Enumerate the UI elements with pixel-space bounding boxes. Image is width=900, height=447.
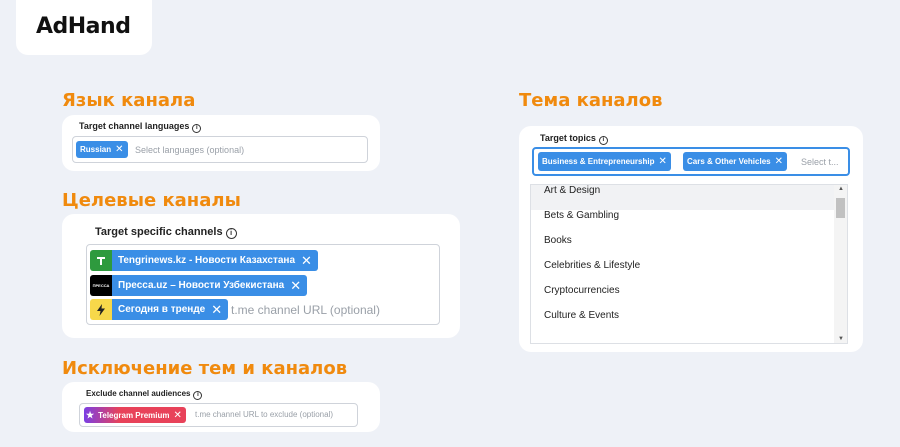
scroll-thumb[interactable] xyxy=(836,198,845,218)
info-icon: i xyxy=(225,228,237,239)
exclude-label-text: Exclude channel audiences xyxy=(86,389,191,398)
scroll-down-icon[interactable]: ▼ xyxy=(838,336,844,342)
topics-label-text: Target topics xyxy=(540,133,596,143)
topics-heading: Тема каналов xyxy=(519,90,663,111)
topic-chip-label: Cars & Other Vehicles xyxy=(687,157,771,166)
exclude-chip-label: Telegram Premium xyxy=(98,410,170,420)
channel-chip: Сегодня в тренде ✕ xyxy=(90,299,229,320)
channel-chip: Tengrinews.kz - Новости Казахстана ✕ xyxy=(90,250,318,271)
language-label: Target channel languages i xyxy=(79,121,202,133)
channel-name: Сегодня в тренде xyxy=(118,304,206,315)
pressa-icon: ПРЕССА xyxy=(90,275,112,296)
close-icon[interactable]: ✕ xyxy=(658,156,666,167)
dropdown-option[interactable]: Celebrities & Lifestyle xyxy=(531,260,847,285)
dropdown-option[interactable]: Art & Design xyxy=(531,185,847,210)
info-icon: i xyxy=(192,124,202,133)
dropdown-option[interactable]: Cryptocurrencies xyxy=(531,285,847,310)
channels-heading: Целевые каналы xyxy=(62,190,241,211)
channel-chip: ПРЕССА Пресса.uz – Новости Узбекистана ✕ xyxy=(90,275,308,296)
info-icon: i xyxy=(193,391,203,400)
star-icon: ★ xyxy=(86,409,95,420)
language-placeholder: Select languages (optional) xyxy=(135,145,245,155)
close-icon[interactable]: ✕ xyxy=(775,156,783,167)
topics-label: Target topics i xyxy=(540,133,608,145)
language-label-text: Target channel languages xyxy=(79,121,190,131)
language-chip: Russian ✕ xyxy=(76,141,128,158)
topic-chip: Business & Entrepreneurship ✕ xyxy=(538,152,671,171)
channel-name: Пресса.uz – Новости Узбекистана xyxy=(118,280,285,291)
dropdown-scrollbar[interactable]: ▲ ▼ xyxy=(834,185,847,343)
dropdown-option[interactable]: Books xyxy=(531,235,847,260)
topics-dropdown: Art & Design Bets & Gambling Books Celeb… xyxy=(530,184,848,344)
exclude-heading: Исключение тем и каналов xyxy=(62,358,348,379)
channels-label-text: Target specific channels xyxy=(95,226,223,238)
adhand-logo: AdHand xyxy=(36,14,131,39)
channels-placeholder: t.me channel URL (optional) xyxy=(231,303,380,317)
exclude-placeholder: t.me channel URL to exclude (optional) xyxy=(195,410,333,419)
dropdown-option[interactable]: Culture & Events xyxy=(531,310,847,335)
channel-chip-body: Пресса.uz – Новости Узбекистана ✕ xyxy=(112,275,308,296)
topics-placeholder: Select t... xyxy=(801,157,839,167)
dropdown-option[interactable]: Bets & Gambling xyxy=(531,210,847,235)
exclude-label: Exclude channel audiences i xyxy=(86,389,203,400)
channels-label: Target specific channels i xyxy=(95,226,237,239)
tengrinews-icon xyxy=(90,250,112,271)
channel-name: Tengrinews.kz - Новости Казахстана xyxy=(118,255,296,266)
close-icon[interactable]: ✕ xyxy=(211,302,222,318)
topic-chip: Cars & Other Vehicles ✕ xyxy=(683,152,787,171)
pressa-icon-text: ПРЕССА xyxy=(92,283,110,288)
close-icon[interactable]: ✕ xyxy=(301,253,312,269)
scroll-up-icon[interactable]: ▲ xyxy=(838,186,844,192)
channel-chip-body: Сегодня в тренде ✕ xyxy=(112,299,229,320)
language-heading: Язык канала xyxy=(62,90,196,111)
close-icon[interactable]: ✕ xyxy=(290,278,301,294)
channel-chip-body: Tengrinews.kz - Новости Казахстана ✕ xyxy=(112,250,318,271)
info-icon: i xyxy=(598,136,608,145)
close-icon[interactable]: ✕ xyxy=(174,410,182,421)
exclude-chip: ★ Telegram Premium ✕ xyxy=(84,407,186,423)
lightning-icon xyxy=(90,299,112,320)
close-icon[interactable]: ✕ xyxy=(115,144,123,155)
language-chip-label: Russian xyxy=(80,145,112,154)
topic-chip-label: Business & Entrepreneurship xyxy=(542,157,655,166)
